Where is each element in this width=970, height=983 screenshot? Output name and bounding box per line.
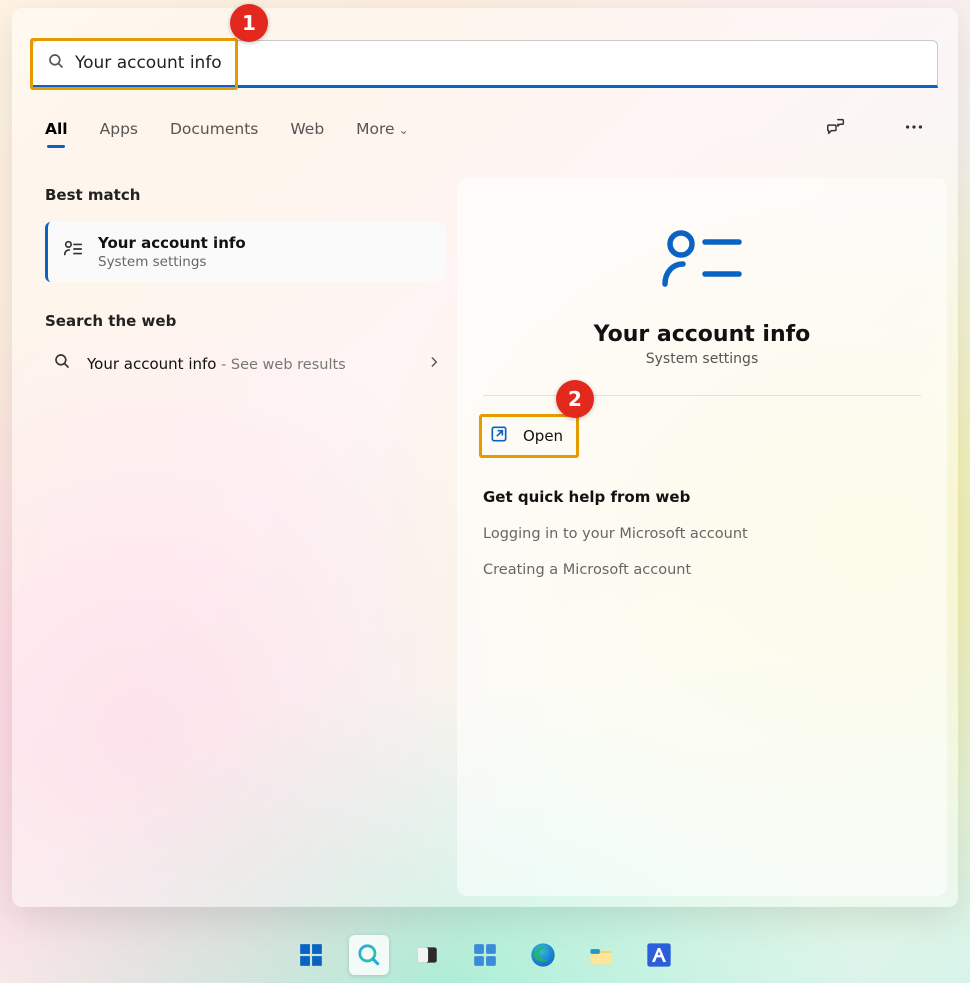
best-match-subtitle: System settings xyxy=(98,254,246,270)
account-settings-icon xyxy=(62,238,84,264)
detail-hero: Your account info System settings xyxy=(483,226,921,367)
open-external-icon xyxy=(489,424,509,448)
web-result-suffix: - See web results xyxy=(216,357,345,373)
search-web-heading: Search the web xyxy=(45,312,445,330)
taskbar xyxy=(0,927,970,983)
tab-all[interactable]: All xyxy=(45,120,68,138)
chevron-down-icon: ⌄ xyxy=(399,123,409,137)
web-result-text: Your account info xyxy=(87,355,216,373)
taskbar-edge-button[interactable] xyxy=(523,935,563,975)
quick-help-heading: Get quick help from web xyxy=(483,488,921,506)
search-panel: All Apps Documents Web More ⌄ Best match xyxy=(12,8,958,907)
tab-more-label: More xyxy=(356,120,394,138)
quick-help-link[interactable]: Creating a Microsoft account xyxy=(483,562,921,578)
chevron-right-icon xyxy=(427,354,441,373)
web-result-row[interactable]: Your account info - See web results xyxy=(45,344,445,382)
taskbar-task-view-button[interactable] xyxy=(407,935,447,975)
feedback-icon[interactable] xyxy=(825,116,847,142)
account-settings-icon xyxy=(659,226,745,294)
taskbar-file-explorer-button[interactable] xyxy=(581,935,621,975)
best-match-heading: Best match xyxy=(45,186,445,204)
open-button[interactable]: Open xyxy=(483,418,573,454)
tab-apps[interactable]: Apps xyxy=(100,120,138,138)
search-icon xyxy=(53,352,71,374)
detail-subtitle: System settings xyxy=(646,351,759,367)
taskbar-start-button[interactable] xyxy=(291,935,331,975)
more-options-icon[interactable] xyxy=(903,116,925,142)
search-filter-tabs: All Apps Documents Web More ⌄ xyxy=(45,116,925,142)
tab-more[interactable]: More ⌄ xyxy=(356,120,409,138)
search-input[interactable] xyxy=(75,53,923,73)
detail-pane: Your account info System settings Open G… xyxy=(457,178,947,896)
quick-help-link[interactable]: Logging in to your Microsoft account xyxy=(483,526,921,542)
search-bar[interactable] xyxy=(32,40,938,88)
search-icon xyxy=(47,52,65,74)
detail-title: Your account info xyxy=(594,322,811,347)
best-match-title: Your account info xyxy=(98,234,246,252)
open-label: Open xyxy=(523,427,563,445)
divider xyxy=(483,395,921,396)
taskbar-search-button[interactable] xyxy=(349,935,389,975)
results-column: Best match Your account info System sett… xyxy=(45,186,445,382)
taskbar-widgets-button[interactable] xyxy=(465,935,505,975)
annotation-badge-1: 1 xyxy=(230,4,268,42)
taskbar-app-button[interactable] xyxy=(639,935,679,975)
tab-documents[interactable]: Documents xyxy=(170,120,258,138)
annotation-badge-2: 2 xyxy=(556,380,594,418)
tab-web[interactable]: Web xyxy=(290,120,324,138)
best-match-result[interactable]: Your account info System settings xyxy=(45,222,445,282)
